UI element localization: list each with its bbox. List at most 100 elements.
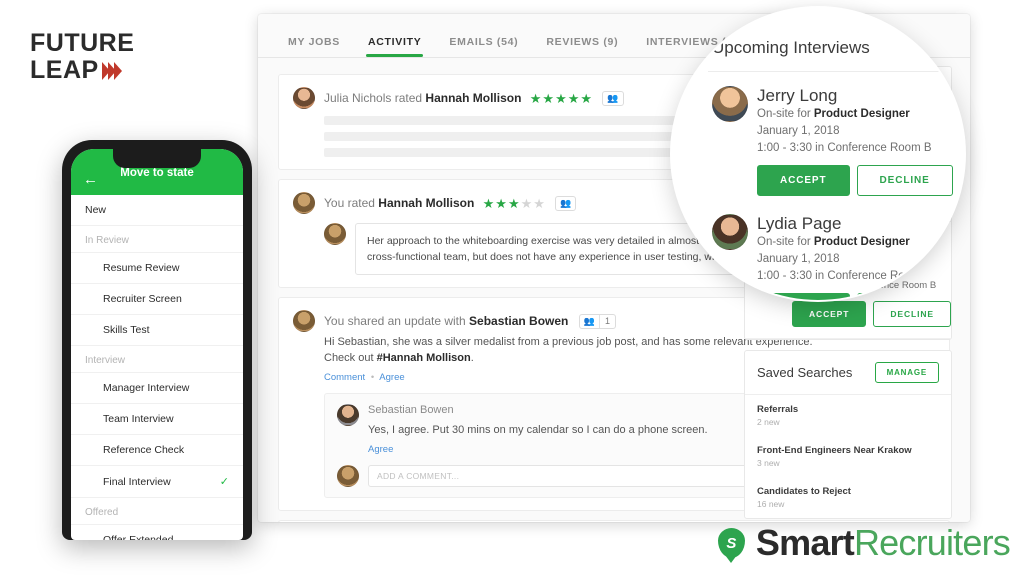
state-label: Team Interview	[103, 413, 174, 425]
state-item-recruiter-screen[interactable]: Recruiter Screen	[71, 284, 243, 315]
tab-reviews[interactable]: REVIEWS (9)	[532, 36, 632, 57]
role: Product Designer	[813, 108, 910, 120]
role-prefix: On-site for	[757, 108, 814, 120]
saved-search-count: 3 new	[757, 458, 780, 468]
actor-name: Julia Nichols	[324, 91, 392, 105]
subject-name: Sebastian Bowen	[469, 314, 569, 328]
role: Product Designer	[813, 236, 910, 248]
avatar	[293, 192, 315, 214]
saved-search-name: Referrals	[757, 404, 799, 415]
people-add-icon: 👥	[607, 93, 619, 104]
state-item-skills-test[interactable]: Skills Test	[71, 315, 243, 346]
accept-button[interactable]: ACCEPT	[757, 293, 850, 300]
state-label: Skills Test	[103, 324, 150, 336]
subject-name: Hannah Mollison	[425, 91, 522, 105]
agree-link[interactable]: Agree	[368, 444, 393, 455]
magnified-upcoming-interviews-panel: Upcoming Interviews Jerry Long On-site f…	[708, 34, 954, 300]
chevron-right-icon	[101, 61, 122, 80]
avatar	[337, 404, 359, 426]
share-button[interactable]: 👥 1	[578, 314, 616, 330]
saved-search-count: 16 new	[757, 499, 785, 509]
state-item-new[interactable]: New	[71, 195, 243, 226]
avatar	[712, 214, 748, 250]
update-body-line-one: Hi Sebastian, she was a silver medalist …	[324, 336, 813, 348]
comment-link[interactable]: Comment	[324, 372, 365, 383]
state-item-manager-interview[interactable]: Manager Interview	[71, 373, 243, 404]
accept-button[interactable]: ACCEPT	[757, 165, 850, 196]
state-item-team-interview[interactable]: Team Interview	[71, 404, 243, 435]
share-button[interactable]: 👥	[602, 91, 624, 107]
pin-letter: S	[726, 534, 737, 552]
smartrecruiters-pin-icon: S	[717, 528, 745, 558]
smartrecruiters-wordmark: SmartRecruiters	[755, 522, 1011, 564]
actor-name: You	[324, 196, 345, 210]
role-prefix: On-site for	[757, 236, 814, 248]
state-list: New In Review Resume Review Recruiter Sc…	[71, 195, 243, 540]
verb: shared an update with	[347, 314, 466, 328]
saved-search-name: Candidates to Reject	[757, 486, 851, 497]
wordmark-smart: Smart	[755, 522, 855, 563]
share-button[interactable]: 👥	[555, 196, 577, 212]
decline-button[interactable]: DECLINE	[856, 293, 953, 300]
verb: rated	[394, 91, 423, 105]
state-item-final-interview[interactable]: Final Interview ✓	[71, 466, 243, 498]
saved-search-item[interactable]: Referrals 2 new	[745, 395, 951, 436]
tab-my-jobs[interactable]: MY JOBS	[274, 36, 354, 57]
avatar	[324, 223, 346, 245]
tab-activity[interactable]: ACTIVITY	[354, 36, 435, 57]
accept-button[interactable]: ACCEPT	[792, 301, 867, 327]
state-item-offer-extended[interactable]: Offer Extended	[71, 525, 243, 540]
interview-time-location: 1:00 - 3:30 in Conference Room B	[757, 270, 932, 282]
phone-screen: ← Move to state New In Review Resume Rev…	[71, 149, 243, 540]
interview-date: January 1, 2018	[757, 125, 840, 137]
star-rating: ★ ★ ★ ★ ★	[482, 196, 545, 212]
decline-button[interactable]: DECLINE	[873, 301, 951, 327]
panel-title: Upcoming Interviews	[712, 38, 870, 57]
magnifier-overlay: Upcoming Interviews Jerry Long On-site f…	[672, 8, 964, 300]
star-rating: ★ ★ ★ ★ ★	[529, 91, 593, 107]
wordmark-recruiters: Recruiters	[853, 522, 1011, 563]
avatar	[337, 465, 359, 487]
actor-name: You	[324, 314, 345, 328]
update-body-prefix: Check out	[324, 352, 377, 364]
state-item-reference-check[interactable]: Reference Check	[71, 435, 243, 466]
state-group-offered: Offered	[71, 498, 243, 525]
candidate-mention[interactable]: #Hannah Mollison	[377, 352, 471, 364]
separator: •	[370, 372, 375, 383]
state-item-resume-review[interactable]: Resume Review	[71, 253, 243, 284]
phone-notch	[113, 149, 201, 168]
state-group-interview: Interview	[71, 346, 243, 373]
state-label: New	[85, 204, 107, 216]
state-label: Offer Extended	[103, 534, 174, 540]
manage-button[interactable]: MANAGE	[874, 362, 939, 383]
smartrecruiters-logo: S SmartRecruiters	[717, 522, 1011, 564]
saved-search-item[interactable]: Front-End Engineers Near Krakow 3 new	[745, 436, 951, 477]
avatar	[712, 86, 748, 122]
avatar	[293, 87, 315, 109]
activity-headline: You shared an update with Sebastian Bowe…	[324, 310, 616, 332]
logo-line-two: LEAP	[30, 56, 99, 84]
panel-title: Saved Searches	[757, 365, 853, 380]
people-add-icon: 👥	[560, 198, 572, 209]
state-label: Manager Interview	[103, 382, 190, 394]
candidate-name: Jerry Long	[757, 86, 838, 105]
verb: rated	[347, 196, 375, 210]
state-label: Recruiter Screen	[103, 293, 182, 305]
future-leap-logo: FUTURE LEAP	[30, 30, 134, 84]
people-add-icon: 👥	[583, 316, 595, 327]
interview-time-location: 1:00 - 3:30 in Conference Room B	[757, 142, 932, 154]
state-label: Resume Review	[103, 262, 180, 274]
interview-date: January 1, 2018	[757, 253, 840, 265]
saved-search-item[interactable]: Candidates to Reject 16 new	[745, 477, 951, 518]
share-count: 1	[598, 315, 615, 329]
subject-name: Hannah Mollison	[378, 196, 475, 210]
avatar	[293, 310, 315, 332]
comment-author: Sebastian Bowen	[368, 404, 454, 416]
decline-button[interactable]: DECLINE	[856, 165, 953, 196]
interview-item: Jerry Long On-site for Product Designer …	[708, 72, 954, 200]
agree-link[interactable]: Agree	[379, 372, 404, 383]
state-label: Reference Check	[103, 444, 185, 456]
tab-emails[interactable]: EMAILS (54)	[435, 36, 532, 57]
state-group-in-review: In Review	[71, 226, 243, 253]
saved-searches-panel: Saved Searches MANAGE Referrals 2 new Fr…	[744, 350, 952, 519]
